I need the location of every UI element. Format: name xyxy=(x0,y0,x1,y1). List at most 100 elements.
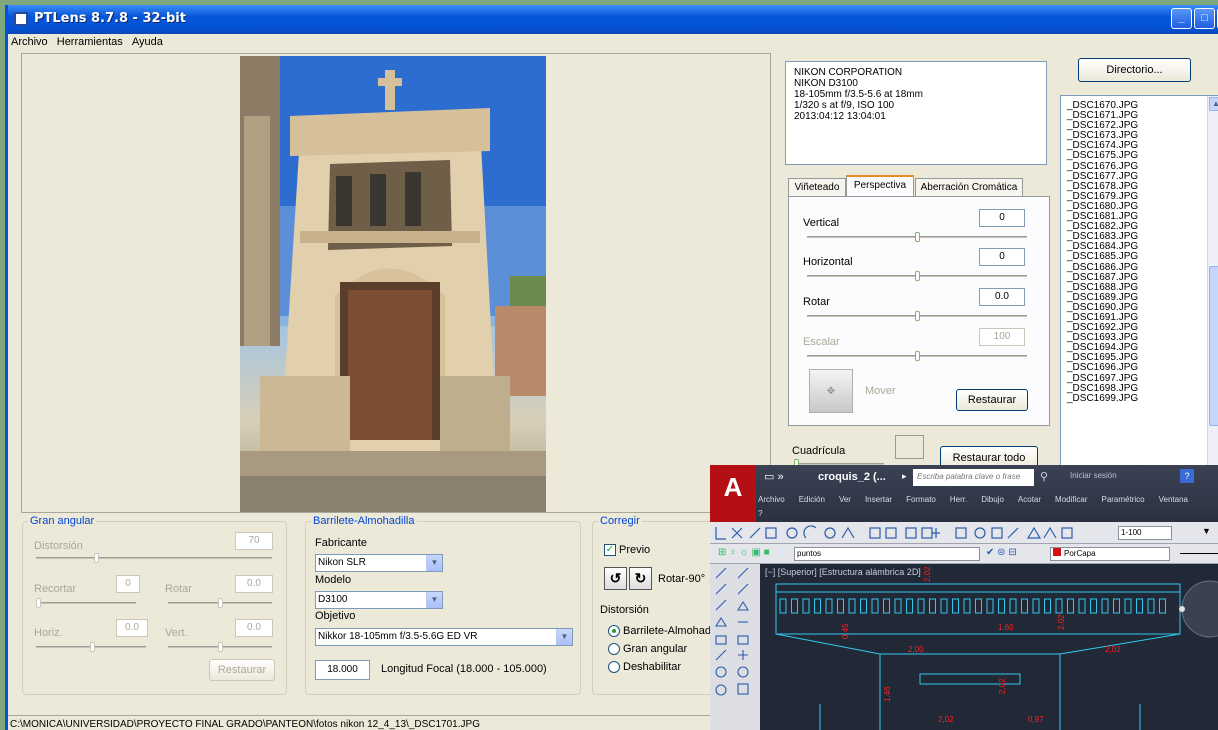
scale-select[interactable]: 1-100 xyxy=(1118,526,1172,540)
exchange-icon[interactable]: ? xyxy=(1180,469,1194,483)
autocad-menu-item[interactable]: Acotar xyxy=(1018,493,1041,507)
wa-horiz-input[interactable]: 0.0 xyxy=(116,619,148,637)
dimension-label[interactable]: 0,45 xyxy=(841,623,850,639)
model-select[interactable]: D3100 ▼ xyxy=(315,591,443,609)
rotate-cw-icon[interactable]: ↻ xyxy=(629,567,652,590)
autocad-titlebar[interactable]: A ▭ » croquis_2 (... ▸ Escriba palabra c… xyxy=(710,465,1218,522)
autocad-menu-item[interactable]: Dibujo xyxy=(981,493,1004,507)
maximize-button[interactable]: □ xyxy=(1194,8,1215,29)
rotate-slider-knob[interactable] xyxy=(915,311,920,321)
wa-distortion-slider[interactable] xyxy=(36,553,272,563)
viewport-caption[interactable]: [−] [Superior] [Estructura alámbrica 2D] xyxy=(765,567,921,577)
scale-slider-knob[interactable] xyxy=(915,351,920,361)
dimension-label[interactable]: 2,02 xyxy=(1105,645,1121,654)
grid-swatch[interactable] xyxy=(895,435,924,459)
tab-vignetting[interactable]: Viñeteado xyxy=(788,178,846,197)
tab-chromatic[interactable]: Aberración Cromática xyxy=(915,178,1023,197)
wa-rotate-input[interactable]: 0.0 xyxy=(235,575,273,593)
preview-checkbox[interactable]: ✓ xyxy=(604,544,616,556)
autocad-menu-item[interactable]: Edición xyxy=(799,493,825,507)
dimension-label[interactable]: 2,00 xyxy=(908,645,924,654)
draw-tools-icons[interactable] xyxy=(710,522,1170,544)
chevron-down-icon[interactable]: ▼ xyxy=(556,629,572,645)
dimension-label[interactable]: 2,02 xyxy=(1057,614,1066,630)
file-list-item[interactable]: _DSC1699.JPG xyxy=(1067,393,1218,404)
vertical-input[interactable]: 0 xyxy=(979,209,1025,227)
wa-vert-knob[interactable] xyxy=(218,642,223,652)
wa-crop-input[interactable]: 0 xyxy=(116,575,140,593)
wa-rotate-slider[interactable] xyxy=(168,598,272,608)
rotate-input[interactable]: 0.0 xyxy=(979,288,1025,306)
autocad-logo-icon[interactable]: A xyxy=(710,465,756,522)
scale-slider[interactable] xyxy=(807,351,1027,361)
horizontal-slider-knob[interactable] xyxy=(915,271,920,281)
horizontal-input[interactable]: 0 xyxy=(979,248,1025,266)
radio-wide-angle[interactable] xyxy=(608,643,620,655)
autocad-menu-item[interactable]: Formato xyxy=(906,493,936,507)
move-pad-icon[interactable]: ✥ xyxy=(809,369,853,413)
radio-disable[interactable] xyxy=(608,661,620,673)
dimension-label[interactable]: 2,02 xyxy=(938,715,954,724)
autocad-menu-item[interactable]: Modificar xyxy=(1055,493,1087,507)
dimension-label[interactable]: 2,02 xyxy=(998,678,1007,694)
tab-perspective[interactable]: Perspectiva xyxy=(846,175,914,197)
wa-crop-slider[interactable] xyxy=(36,598,136,608)
chevron-down-icon[interactable]: ▼ xyxy=(426,592,442,608)
rotate-ccw-icon[interactable]: ↺ xyxy=(604,567,627,590)
autocad-drawing-canvas[interactable]: [−] [Superior] [Estructura alámbrica 2D]… xyxy=(760,564,1218,730)
autocad-menu-item[interactable]: Herr. xyxy=(950,493,967,507)
autocad-search-input[interactable]: Escriba palabra clave o frase xyxy=(913,469,1034,486)
wa-distortion-knob[interactable] xyxy=(94,553,99,563)
wa-vert-slider[interactable] xyxy=(168,642,272,652)
login-link[interactable]: Iniciar sesión xyxy=(1070,471,1117,480)
layer-manager-icon[interactable]: ✔ ⊜ ⊟ xyxy=(986,547,1017,558)
autocad-menu-item[interactable]: Paramétrico xyxy=(1101,493,1144,507)
autocad-menu-item[interactable]: Ver xyxy=(839,493,851,507)
menu-archivo[interactable]: Archivo xyxy=(8,34,51,50)
file-list[interactable]: _DSC1670.JPG _DSC1671.JPG _DSC1672.JPG _DSC… xyxy=(1060,95,1218,475)
viewcube-icon[interactable] xyxy=(1181,580,1218,638)
maker-select[interactable]: Nikon SLR ▼ xyxy=(315,554,443,572)
title-bar[interactable]: PTLens 8.7.8 - 32-bit _ □ X xyxy=(8,5,1218,34)
dimension-label[interactable]: 1,46 xyxy=(883,686,892,702)
linetype-select[interactable] xyxy=(1180,553,1218,554)
wa-horiz-knob[interactable] xyxy=(90,642,95,652)
wa-horiz-slider[interactable] xyxy=(36,642,146,652)
file-list-item[interactable]: _DSC1685.JPG xyxy=(1067,252,1218,262)
dimension-label[interactable]: 0,97 xyxy=(1028,715,1044,724)
modify-tools-icons[interactable] xyxy=(710,564,760,730)
dimension-label[interactable]: 2,02 xyxy=(923,566,932,582)
binoculars-icon[interactable]: ⚲ xyxy=(1040,470,1048,483)
scale-input[interactable]: 100 xyxy=(979,328,1025,346)
wa-vert-input[interactable]: 0.0 xyxy=(235,619,273,637)
wa-distortion-input[interactable]: 70 xyxy=(235,532,273,550)
autocad-menu-item[interactable]: ? xyxy=(758,507,762,521)
layer-tools-icon[interactable]: ⊞ ♀ ☼ ▣ ■ xyxy=(718,547,770,558)
chevron-down-icon[interactable]: ▼ xyxy=(426,555,442,571)
vertical-slider-knob[interactable] xyxy=(915,232,920,242)
menu-ayuda[interactable]: Ayuda xyxy=(129,34,166,50)
color-select[interactable]: PorCapa xyxy=(1050,547,1170,561)
perspective-restore-button[interactable]: Restaurar xyxy=(956,389,1028,411)
lens-select[interactable]: Nikkor 18-105mm f/3.5-5.6G ED VR ▼ xyxy=(315,628,573,646)
minimize-button[interactable]: _ xyxy=(1171,8,1192,29)
quick-access-icon[interactable]: ▭ » xyxy=(764,470,784,483)
autocad-menu-item[interactable]: Insertar xyxy=(865,493,892,507)
layer-select[interactable]: puntos xyxy=(794,547,980,561)
vertical-slider[interactable] xyxy=(807,232,1027,242)
scroll-thumb[interactable] xyxy=(1209,266,1218,426)
wa-restore-button[interactable]: Restaurar xyxy=(209,659,275,681)
menu-herramientas[interactable]: Herramientas xyxy=(54,34,126,50)
wa-crop-knob[interactable] xyxy=(36,598,41,608)
file-list-scrollbar[interactable]: ▲ xyxy=(1207,96,1218,475)
autocad-menu-item[interactable]: Archivo xyxy=(758,493,785,507)
radio-barrel[interactable] xyxy=(608,625,620,637)
chevron-down-icon[interactable]: ▼ xyxy=(1202,526,1211,536)
horizontal-slider[interactable] xyxy=(807,271,1027,281)
focal-length-input[interactable]: 18.000 xyxy=(315,660,370,680)
rotate-slider[interactable] xyxy=(807,311,1027,321)
dimension-label[interactable]: 1,60 xyxy=(998,623,1014,632)
scroll-up-icon[interactable]: ▲ xyxy=(1209,97,1218,111)
autocad-menu-item[interactable]: Ventana xyxy=(1159,493,1188,507)
wa-rotate-knob[interactable] xyxy=(218,598,223,608)
